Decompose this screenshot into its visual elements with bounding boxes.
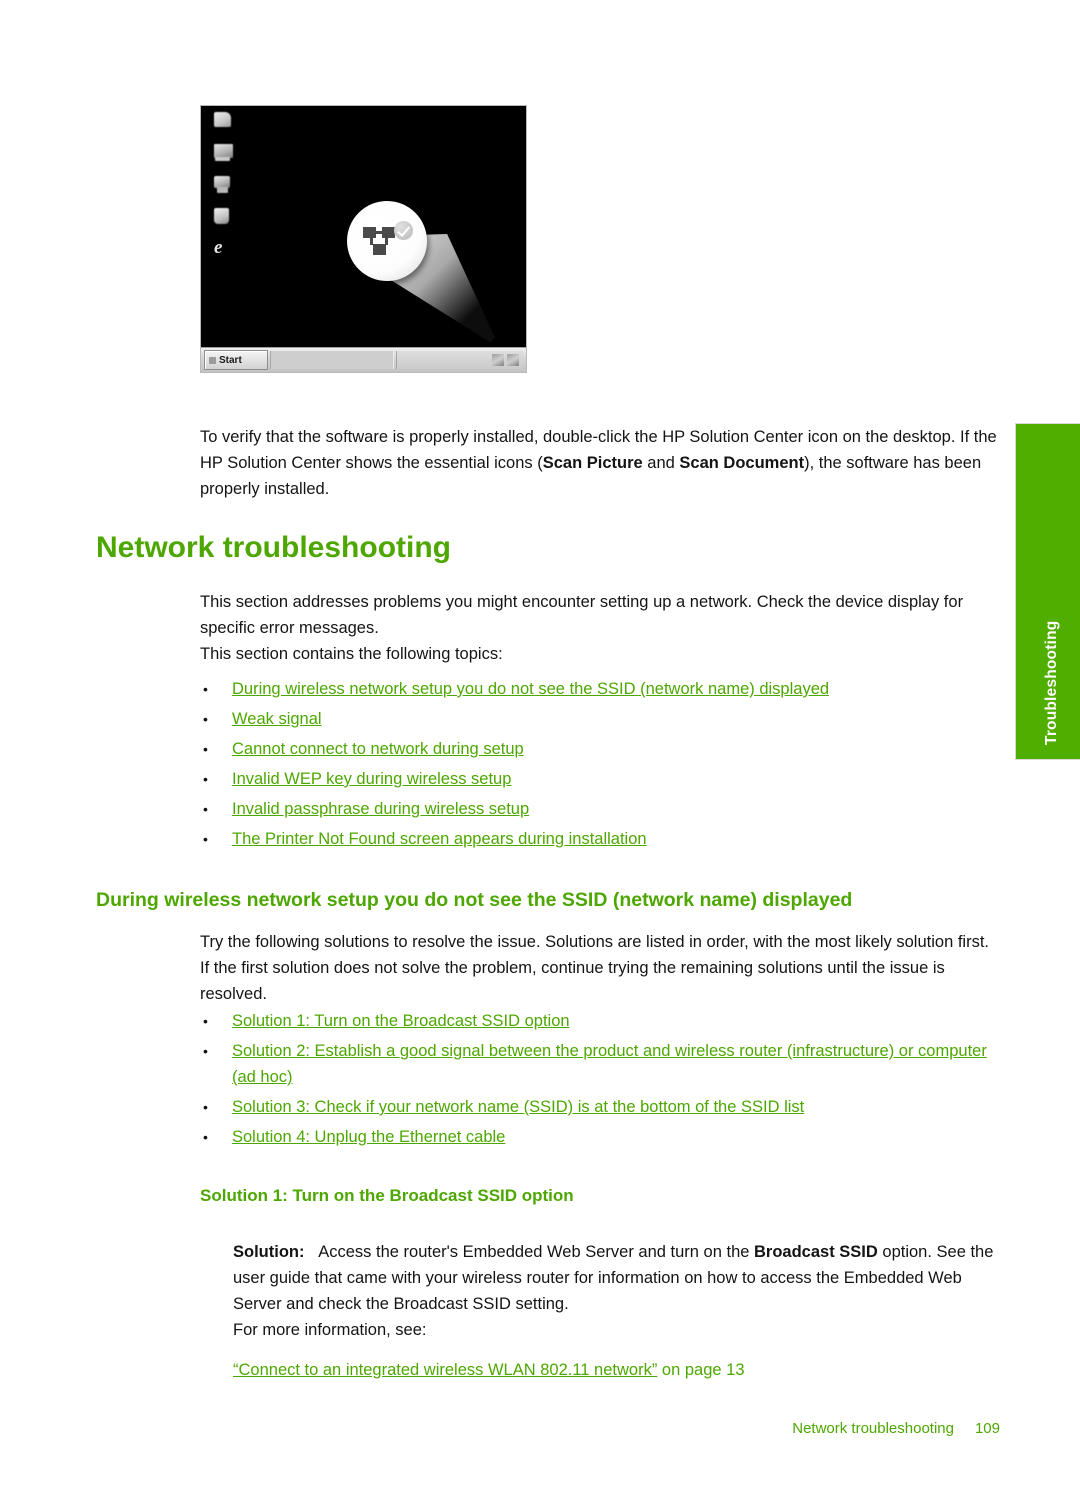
list-item: During wireless network setup you do not… <box>200 676 1000 702</box>
start-button-label: Start <box>219 354 242 366</box>
list-item: Solution 2: Establish a good signal betw… <box>200 1038 1000 1090</box>
topic-link-invalid-passphrase[interactable]: Invalid passphrase during wireless setup <box>232 800 529 818</box>
taskbar-window-area <box>270 351 394 369</box>
solution-link-1[interactable]: Solution 1: Turn on the Broadcast SSID o… <box>232 1012 570 1030</box>
solution-bold-broadcast-ssid: Broadcast SSID <box>754 1243 878 1261</box>
list-item: Solution 4: Unplug the Ethernet cable <box>200 1124 1000 1150</box>
solution-link-2[interactable]: Solution 2: Establish a good signal betw… <box>232 1042 987 1086</box>
topic-link-ssid-not-displayed[interactable]: During wireless network setup you do not… <box>232 680 829 698</box>
list-item: Solution 1: Turn on the Broadcast SSID o… <box>200 1008 1000 1034</box>
solution-link-4[interactable]: Solution 4: Unplug the Ethernet cable <box>232 1128 505 1146</box>
list-item: Invalid WEP key during wireless setup <box>200 766 1000 792</box>
list-item: The Printer Not Found screen appears dur… <box>200 826 1000 852</box>
tray-icon-2[interactable] <box>507 354 519 366</box>
solution-link-3[interactable]: Solution 3: Check if your network name (… <box>232 1098 804 1116</box>
side-tab-troubleshooting: Troubleshooting <box>1015 423 1080 760</box>
topic-link-cannot-connect[interactable]: Cannot connect to network during setup <box>232 740 524 758</box>
topic-link-invalid-wep-key[interactable]: Invalid WEP key during wireless setup <box>232 770 511 788</box>
intro-text-2: and <box>642 454 680 472</box>
system-tray <box>396 351 523 369</box>
page-title: Network troubleshooting <box>96 531 451 564</box>
section-paragraph-1: This section addresses problems you migh… <box>200 593 964 637</box>
windows-taskbar: Start <box>201 347 526 372</box>
windows-flag-icon <box>209 356 216 364</box>
section-paragraph-2: This section contains the following topi… <box>200 645 503 663</box>
windows-desktop-screenshot: e Start <box>200 105 527 373</box>
solution-1-heading: Solution 1: Turn on the Broadcast SSID o… <box>200 1186 574 1205</box>
list-item: Solution 3: Check if your network name (… <box>200 1094 1000 1120</box>
my-computer-icon <box>211 142 235 164</box>
intro-paragraph: To verify that the software is properly … <box>200 424 1000 502</box>
network-connection-tray-icon <box>361 221 413 261</box>
page-footer: Network troubleshooting 109 <box>200 1420 1000 1437</box>
solution-1-body: Solution: Access the router's Embedded W… <box>233 1239 1000 1317</box>
list-item: Weak signal <box>200 706 1000 732</box>
my-network-places-icon <box>211 174 235 196</box>
subsection-paragraph: Try the following solutions to resolve t… <box>200 933 990 1003</box>
solution-label: Solution: <box>233 1243 305 1261</box>
intro-bold-scan-document: Scan Document <box>679 454 805 472</box>
reference-link-wlan-80211[interactable]: “Connect to an integrated wireless WLAN … <box>233 1361 657 1379</box>
side-tab-label: Troubleshooting <box>1042 620 1060 745</box>
desktop-background: e <box>201 106 526 348</box>
solution-text-1: Access the router's Embedded Web Server … <box>318 1243 755 1261</box>
check-mark-badge <box>394 221 413 240</box>
subsection-heading: During wireless network setup you do not… <box>96 889 853 911</box>
topic-link-printer-not-found[interactable]: The Printer Not Found screen appears dur… <box>232 830 647 848</box>
reference-page-suffix: on page 13 <box>657 1361 745 1379</box>
list-item: Invalid passphrase during wireless setup <box>200 796 1000 822</box>
magnifier-lens <box>347 201 427 281</box>
topics-list: During wireless network setup you do not… <box>200 676 1000 856</box>
desktop-icon-list: e <box>211 110 251 270</box>
topic-link-weak-signal[interactable]: Weak signal <box>232 710 322 728</box>
intro-bold-scan-picture: Scan Picture <box>542 454 643 472</box>
reference-line: “Connect to an integrated wireless WLAN … <box>233 1357 1000 1383</box>
more-information-label: For more information, see: <box>233 1321 427 1339</box>
list-item: Cannot connect to network during setup <box>200 736 1000 762</box>
internet-explorer-icon: e <box>214 237 223 258</box>
footer-page-number: 109 <box>974 1420 1000 1437</box>
solutions-list: Solution 1: Turn on the Broadcast SSID o… <box>200 1008 1000 1154</box>
my-documents-icon <box>211 110 235 132</box>
recycle-bin-icon <box>211 206 235 228</box>
start-button[interactable]: Start <box>204 350 268 370</box>
tray-icon-1[interactable] <box>492 354 504 366</box>
footer-title: Network troubleshooting <box>792 1420 954 1437</box>
